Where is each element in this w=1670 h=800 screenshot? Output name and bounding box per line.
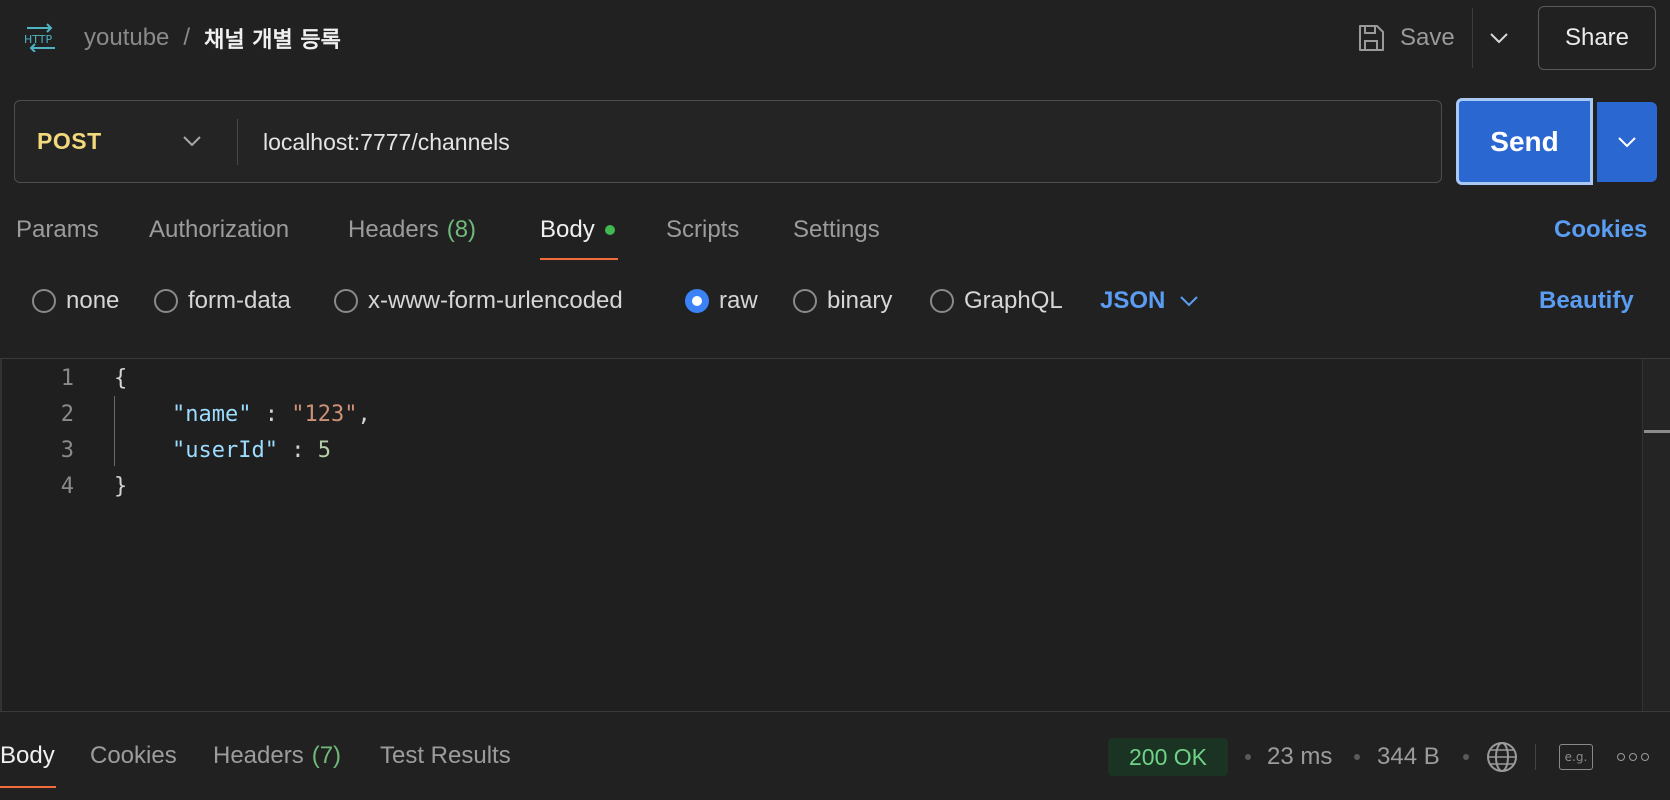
radio-none[interactable] — [32, 289, 56, 313]
body-type-none[interactable]: none — [32, 285, 119, 317]
line-number: 1 — [60, 366, 74, 391]
floppy-disk-icon — [1359, 25, 1384, 51]
meta-separator — [1463, 754, 1469, 760]
url-input[interactable] — [263, 121, 1423, 163]
breadcrumb: youtube / 채널 개별 등록 — [84, 19, 341, 57]
cookies-link[interactable]: Cookies — [1554, 212, 1647, 248]
radio-urlencoded[interactable] — [334, 289, 358, 313]
example-icon[interactable]: e.g. — [1559, 744, 1593, 770]
meta-separator — [1354, 754, 1360, 760]
svg-text:HTTP: HTTP — [24, 33, 53, 46]
body-type-form-data-label: form-data — [188, 287, 291, 314]
tab-settings[interactable]: Settings — [793, 212, 880, 248]
line-number: 4 — [60, 474, 74, 499]
format-select[interactable]: JSON — [1100, 285, 1199, 317]
response-active-tab-indicator — [0, 786, 56, 788]
body-type-raw[interactable]: raw — [685, 285, 758, 317]
request-name[interactable]: 채널 개별 등록 — [204, 22, 341, 54]
response-tab-headers-label: Headers — [213, 742, 304, 769]
code-brace: { — [114, 366, 128, 391]
code-line: "userId" : 5 — [172, 438, 331, 463]
method-select[interactable]: POST — [15, 101, 237, 182]
response-tab-body[interactable]: Body — [0, 738, 55, 774]
meta-separator — [1245, 754, 1251, 760]
tab-headers-label: Headers — [348, 216, 439, 243]
body-type-urlencoded[interactable]: x-www-form-urlencoded — [334, 285, 623, 317]
tab-body-label: Body — [540, 216, 595, 243]
body-type-form-data[interactable]: form-data — [154, 285, 291, 317]
scrollbar-thumb[interactable] — [1644, 430, 1670, 433]
response-toolbar-divider — [1535, 744, 1536, 770]
body-type-binary[interactable]: binary — [793, 285, 892, 317]
chevron-down-icon — [1490, 33, 1508, 44]
line-number: 2 — [60, 402, 74, 427]
radio-raw[interactable] — [685, 289, 709, 313]
globe-icon[interactable] — [1485, 740, 1519, 774]
radio-binary[interactable] — [793, 289, 817, 313]
body-type-graphql[interactable]: GraphQL — [930, 285, 1063, 317]
send-button[interactable]: Send — [1456, 98, 1593, 185]
response-tab-cookies[interactable]: Cookies — [90, 738, 177, 774]
save-button[interactable]: Save — [1356, 19, 1455, 57]
code-line: } — [114, 474, 127, 499]
chevron-down-icon — [1618, 137, 1636, 148]
code-comma: , — [357, 402, 371, 427]
response-divider[interactable] — [0, 711, 1670, 712]
response-tab-headers[interactable]: Headers (7) — [213, 738, 341, 774]
chevron-down-icon — [1180, 296, 1199, 307]
tab-params[interactable]: Params — [16, 212, 99, 248]
send-options-button[interactable] — [1597, 102, 1657, 182]
code-line: "name" : "123", — [172, 402, 371, 427]
code-colon: : — [277, 438, 318, 463]
method-label: POST — [37, 128, 102, 154]
code-colon: : — [251, 402, 292, 427]
share-button[interactable]: Share — [1538, 6, 1656, 70]
tab-body[interactable]: Body — [540, 212, 615, 248]
code-line: { — [114, 366, 127, 391]
indent-guide — [114, 396, 115, 466]
url-divider — [237, 119, 238, 165]
tab-headers-count: (8) — [446, 216, 477, 243]
more-options-icon[interactable] — [1617, 748, 1649, 766]
beautify-button[interactable]: Beautify — [1539, 285, 1634, 317]
tab-headers[interactable]: Headers (8) — [348, 212, 476, 248]
body-type-binary-label: binary — [827, 287, 893, 314]
chevron-down-icon — [183, 136, 201, 147]
body-type-graphql-label: GraphQL — [964, 287, 1063, 314]
response-tab-test-results[interactable]: Test Results — [380, 738, 511, 774]
more-dot — [1629, 753, 1637, 761]
code-key: "name" — [172, 402, 252, 427]
active-tab-indicator — [540, 258, 618, 260]
tab-authorization[interactable]: Authorization — [149, 212, 289, 248]
code-key: "userId" — [172, 438, 278, 463]
status-badge[interactable]: 200 OK — [1108, 738, 1228, 776]
response-tab-headers-count: (7) — [311, 742, 342, 769]
url-bar: POST — [14, 100, 1442, 183]
more-dot — [1617, 753, 1625, 761]
format-label: JSON — [1100, 287, 1166, 314]
response-time[interactable]: 23 ms — [1267, 738, 1332, 776]
radio-graphql[interactable] — [930, 289, 954, 313]
breadcrumb-separator: / — [183, 24, 191, 51]
breadcrumb-collection[interactable]: youtube — [84, 24, 169, 52]
radio-form-data[interactable] — [154, 289, 178, 313]
tab-scripts[interactable]: Scripts — [666, 212, 739, 248]
save-label: Save — [1400, 24, 1455, 51]
code-brace: } — [114, 474, 128, 499]
code-number: 5 — [317, 438, 331, 463]
body-type-urlencoded-label: x-www-form-urlencoded — [368, 287, 623, 314]
response-size[interactable]: 344 B — [1377, 738, 1440, 776]
code-string: "123" — [291, 402, 358, 427]
line-number: 3 — [60, 438, 74, 463]
more-dot — [1641, 753, 1649, 761]
unsaved-dot — [604, 225, 615, 235]
body-type-raw-label: raw — [719, 287, 758, 314]
http-icon: HTTP — [24, 23, 55, 52]
request-header: HTTP youtube / 채널 개별 등록 Save Share — [0, 0, 1670, 76]
save-divider — [1472, 8, 1473, 68]
body-type-none-label: none — [66, 287, 120, 314]
save-options-button[interactable] — [1484, 22, 1514, 54]
editor-scrollbar[interactable] — [1642, 359, 1670, 711]
